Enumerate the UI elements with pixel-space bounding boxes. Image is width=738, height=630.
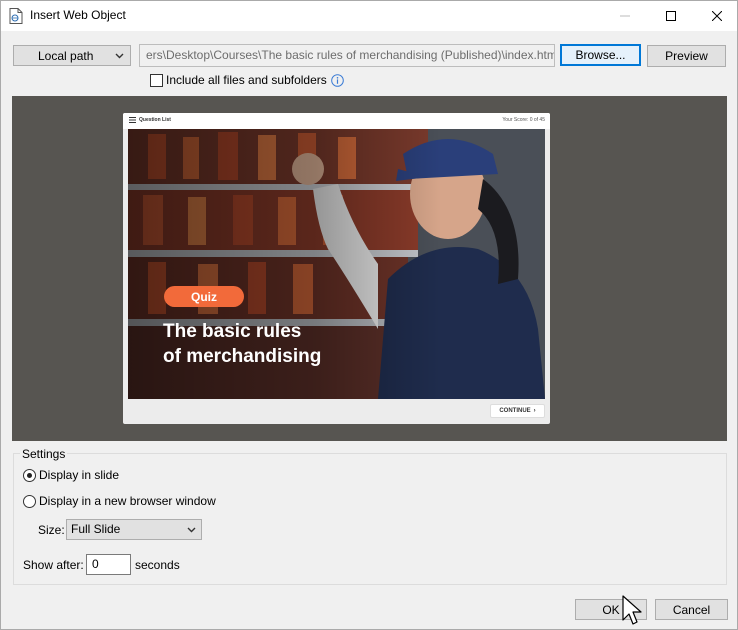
maximize-icon (666, 11, 676, 21)
maximize-button[interactable] (648, 1, 694, 31)
display-in-window-label: Display in a new browser window (39, 494, 216, 508)
continue-label: CONTINUE (499, 408, 531, 414)
show-after-input[interactable]: 0 (86, 554, 131, 575)
continue-button[interactable]: CONTINUE › (490, 404, 545, 418)
include-subfolders-row: Include all files and subfolders (150, 73, 344, 87)
preview-area: Question List Your Score: 0 of 45 Quiz T… (12, 96, 727, 441)
chevron-down-icon (187, 527, 196, 533)
path-field[interactable]: ers\Desktop\Courses\The basic rules of m… (139, 44, 555, 67)
score-label: Your Score: 0 of 45 (502, 117, 545, 123)
size-select[interactable]: Full Slide (66, 519, 202, 540)
display-in-slide-radio[interactable] (23, 468, 36, 482)
include-subfolders-label: Include all files and subfolders (166, 73, 327, 87)
slide-title-line-1: The basic rules (163, 321, 302, 342)
display-in-slide-option[interactable]: Display in slide (23, 468, 119, 482)
show-after-label: Show after: (23, 558, 84, 572)
chevron-down-icon (115, 53, 124, 59)
mouse-pointer-icon (622, 595, 642, 625)
close-icon (712, 11, 722, 21)
minimize-button[interactable] (602, 1, 648, 31)
slide-header: Question List Your Score: 0 of 45 (123, 113, 550, 129)
browse-button[interactable]: Browse... (560, 44, 641, 66)
insert-web-object-dialog: Insert Web Object Local path ers\Desktop… (0, 0, 738, 630)
quiz-badge: Quiz (164, 286, 244, 307)
size-value: Full Slide (71, 522, 121, 536)
slide-title-line-2: of merchandising (163, 346, 322, 367)
seconds-label: seconds (135, 558, 180, 572)
hero-photo: Quiz The basic rules of merchandising (128, 129, 545, 399)
display-in-window-radio[interactable] (23, 494, 36, 508)
slide-title: The basic rules of merchandising (163, 319, 383, 369)
preview-button[interactable]: Preview (647, 45, 726, 67)
minimize-icon (620, 15, 630, 17)
display-in-slide-label: Display in slide (39, 468, 120, 482)
size-label: Size: (38, 523, 65, 537)
question-list-label: Question List (139, 117, 171, 123)
info-icon[interactable] (330, 73, 344, 87)
cancel-button[interactable]: Cancel (655, 599, 728, 620)
title-bar: Insert Web Object (1, 1, 737, 31)
slide-preview: Question List Your Score: 0 of 45 Quiz T… (123, 113, 550, 424)
web-object-doc-icon (9, 8, 23, 24)
chevron-right-icon: › (533, 408, 536, 414)
settings-legend: Settings (20, 447, 68, 461)
source-type-select[interactable]: Local path (13, 45, 131, 66)
list-icon (129, 117, 136, 123)
display-in-window-option[interactable]: Display in a new browser window (23, 494, 216, 508)
source-type-value: Local path (38, 48, 94, 63)
include-subfolders-checkbox[interactable] (150, 73, 163, 87)
close-button[interactable] (694, 1, 738, 31)
window-title: Insert Web Object (30, 8, 126, 22)
